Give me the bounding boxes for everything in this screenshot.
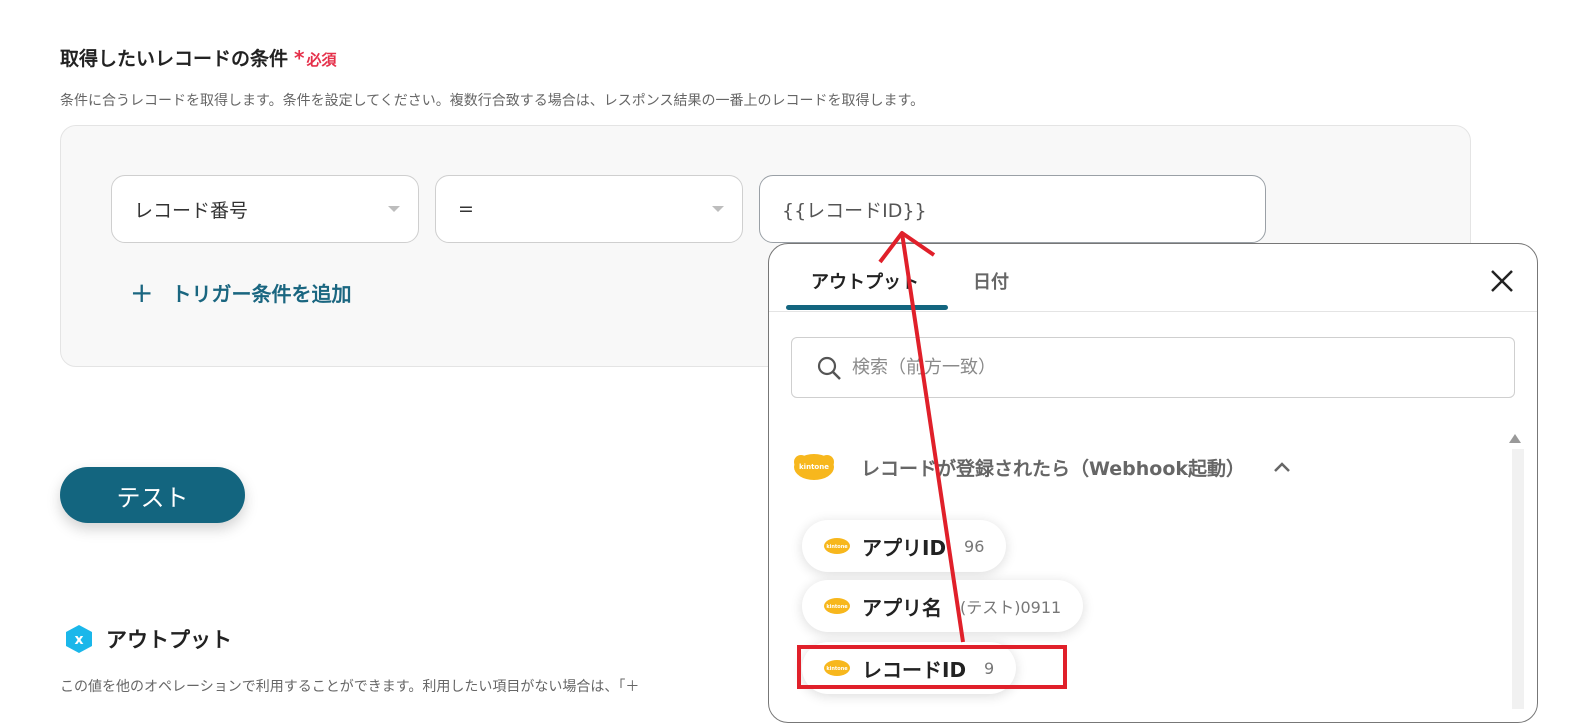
operator-select-value: = [458,198,474,220]
output-item-name: アプリID [862,535,947,560]
variable-picker-popup: アウトプット 日付 kintone レコードが登録されたら（Webhook起動）… [768,243,1538,723]
output-item-value: (テスト)0911 [960,598,1062,617]
output-heading: x アウトプット [64,624,232,654]
output-item-name: レコードID [862,657,967,682]
output-item-value: 9 [984,658,995,678]
add-trigger-condition-button[interactable]: + トリガー条件を追加 [130,278,351,307]
svg-text:kintone: kintone [826,544,848,550]
operator-select-caret-icon [712,206,724,212]
field-select-caret-icon [388,206,400,212]
condition-value-text: {{レコードID}} [782,199,927,222]
search-box [791,337,1515,398]
output-item-name: アプリ名 [862,595,942,620]
svg-text:x: x [74,632,83,648]
scroll-up-icon[interactable] [1509,434,1521,443]
kintone-logo: kintone [824,538,850,554]
required-label: 必須 [306,51,337,69]
tab-output[interactable]: アウトプット [811,268,919,294]
output-description: この値を他のオペレーションで利用することができます。利用したい項目がない場合は、… [60,679,640,695]
output-item-value: 96 [964,536,985,556]
close-icon[interactable] [1487,266,1517,296]
svg-text:kintone: kintone [826,604,848,610]
section-title-text: 取得したいレコードの条件 [60,48,289,70]
output-item-app-name[interactable]: kintone アプリ名 (テスト)0911 [802,580,1084,632]
search-input[interactable] [850,356,1454,379]
operator-select[interactable]: = [435,175,743,243]
kintone-logo: kintone [824,598,850,614]
plus-icon: + [130,275,154,309]
kintone-logo: kintone [794,454,834,480]
section-description: 条件に合うレコードを取得します。条件を設定してください。複数行合致する場合は、レ… [60,93,925,109]
field-select-value: レコード番号 [134,199,249,222]
active-tab-indicator [786,305,948,310]
test-button[interactable]: テスト [60,467,245,523]
output-item-app-id[interactable]: kintone アプリID 96 [802,520,1007,572]
kintone-logo: kintone [824,660,850,676]
field-select[interactable]: レコード番号 [111,175,419,243]
chevron-up-icon [1274,462,1290,472]
trigger-group-title: レコードが登録されたら（Webhook起動） [861,457,1246,480]
output-heading-text: アウトプット [106,628,232,652]
required-star: * [294,46,305,70]
tab-divider [769,311,1537,312]
tab-date[interactable]: 日付 [973,268,1009,294]
scrollbar-track[interactable] [1512,449,1524,709]
svg-text:kintone: kintone [826,666,848,672]
condition-value-input[interactable]: {{レコードID}} [759,175,1266,243]
trigger-group-header[interactable]: kintone レコードが登録されたら（Webhook起動） [791,450,1291,484]
output-item-record-id[interactable]: kintone レコードID 9 [802,642,1017,694]
add-trigger-label: トリガー条件を追加 [171,282,352,306]
x-badge-icon: x [66,625,92,653]
svg-text:kintone: kintone [799,463,829,471]
section-title: 取得したいレコードの条件 * 必須 [60,44,337,71]
search-icon [817,356,841,380]
